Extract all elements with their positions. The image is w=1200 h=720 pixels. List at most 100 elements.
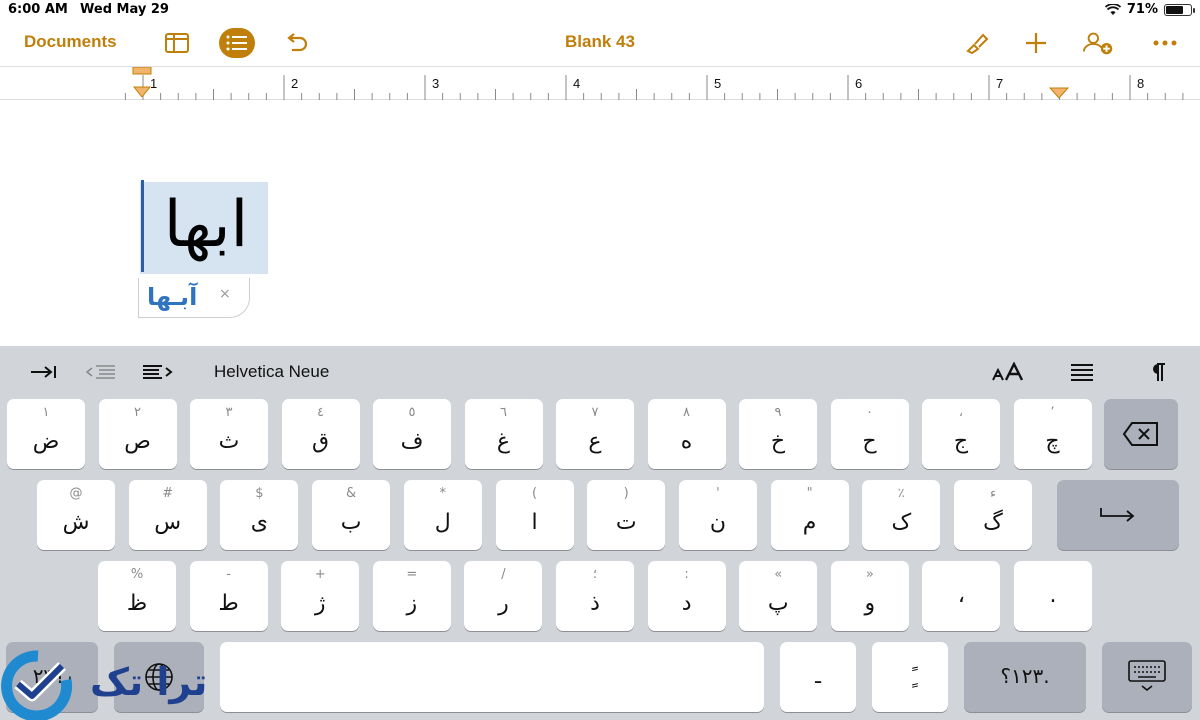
text-size-button[interactable]: [990, 360, 1026, 384]
key-primary-label: .: [1049, 583, 1057, 608]
letter-key[interactable]: # س: [128, 480, 207, 550]
diacritic-key-label: ًٍ: [872, 664, 948, 688]
status-bar: 6:00 AM Wed May 29 71%: [0, 0, 1200, 20]
key-primary-label: س: [154, 510, 182, 535]
letter-key[interactable]: + ژ: [281, 561, 360, 631]
ruler[interactable]: 1 2 3 4 5 6 7 8: [0, 66, 1200, 100]
key-primary-label: ر: [498, 591, 509, 616]
key-primary-label: ن: [709, 510, 726, 535]
letter-key[interactable]: » و: [830, 561, 909, 631]
numbers-key-right[interactable]: ١٢٣؟.: [964, 642, 1086, 712]
letter-key[interactable]: .: [1014, 561, 1092, 631]
letter-key[interactable]: (ا: [495, 480, 574, 550]
checkmark-logo-icon: [1, 650, 73, 720]
return-key[interactable]: [1057, 480, 1179, 550]
hide-keyboard-key[interactable]: [1102, 642, 1192, 712]
backspace-key[interactable]: [1104, 399, 1178, 469]
key-primary-label: ل: [434, 510, 451, 535]
autocorrect-suggestion[interactable]: آبـها ×: [138, 278, 250, 318]
suggestion-text[interactable]: آبـها: [147, 283, 197, 311]
right-indent-marker-icon[interactable]: [1049, 87, 1069, 99]
key-secondary-label: ٩: [774, 405, 782, 420]
letter-key[interactable]: «پ: [739, 561, 818, 631]
space-key[interactable]: [220, 642, 764, 712]
letter-key[interactable]: & ب: [312, 480, 391, 550]
letter-key[interactable]: ٢ص: [98, 399, 177, 469]
alignment-button[interactable]: [1068, 360, 1096, 384]
key-secondary-label: ء: [989, 486, 997, 501]
key-primary-label: غ: [496, 429, 511, 454]
letter-key[interactable]: ، ج: [922, 399, 1000, 469]
indent-icon: [143, 365, 173, 379]
key-secondary-label: ٬: [1050, 405, 1055, 420]
paragraph-button[interactable]: [1146, 360, 1168, 384]
letter-key[interactable]: :د: [647, 561, 726, 631]
collaborate-button[interactable]: [1082, 28, 1116, 58]
font-name-button[interactable]: Helvetica Neue: [214, 362, 329, 382]
letter-key[interactable]: ؛ ذ: [556, 561, 634, 631]
key-primary-label: ظ: [126, 591, 148, 616]
letter-key[interactable]: ٥ف: [373, 399, 451, 469]
key-primary-label: ه: [680, 429, 693, 454]
key-primary-label: ع: [588, 429, 602, 454]
keyboard-shortcut-bar: Helvetica Neue: [0, 346, 1200, 398]
key-primary-label: پ: [767, 591, 789, 616]
key-secondary-label: ٢: [134, 405, 141, 420]
key-secondary-label: $: [255, 486, 264, 501]
letter-key[interactable]: ءگ: [954, 480, 1032, 550]
letter-key[interactable]: ٣ث: [190, 399, 268, 469]
letter-key[interactable]: * ل: [403, 480, 482, 550]
letter-key[interactable]: ،: [922, 561, 1001, 631]
key-primary-label: ا: [531, 510, 538, 535]
key-primary-label: چ: [1045, 429, 1060, 454]
letter-key[interactable]: ٪ ک: [862, 480, 941, 550]
add-button[interactable]: [1019, 28, 1053, 58]
letter-key[interactable]: ) ت: [587, 480, 666, 550]
letter-key[interactable]: ٦غ: [464, 399, 543, 469]
decrease-indent-button[interactable]: [84, 360, 118, 384]
tatweel-key[interactable]: ـ: [780, 642, 856, 712]
key-secondary-label: @: [69, 486, 83, 501]
letter-key[interactable]: -ط: [189, 561, 268, 631]
plus-icon: [1026, 33, 1046, 53]
letter-key[interactable]: ٬ چ: [1013, 399, 1092, 469]
letter-key[interactable]: = ز: [372, 561, 451, 631]
key-primary-label: ج: [953, 429, 969, 454]
text-cursor: [141, 180, 144, 272]
document-text[interactable]: ابها: [148, 180, 264, 270]
return-icon: [1100, 508, 1135, 522]
letter-key[interactable]: ١ض: [7, 399, 85, 469]
diacritic-key[interactable]: ًٍ: [872, 642, 948, 712]
key-primary-label: م: [802, 510, 817, 535]
letter-key[interactable]: $ ی: [220, 480, 299, 550]
letter-key[interactable]: ٧ع: [556, 399, 634, 469]
letter-key[interactable]: % ظ: [98, 561, 176, 631]
letter-key[interactable]: @ ش: [37, 480, 115, 550]
key-secondary-label: ٠: [866, 405, 873, 420]
increase-indent-button[interactable]: [140, 360, 174, 384]
letter-key[interactable]: ' ن: [678, 480, 757, 550]
add-person-icon: [1082, 32, 1113, 55]
letter-key[interactable]: ٩خ: [739, 399, 817, 469]
letter-key[interactable]: ٠ح: [830, 399, 909, 469]
letter-key[interactable]: " م: [770, 480, 849, 550]
ruler-ticks: [124, 75, 1184, 100]
letter-key[interactable]: ٤ق: [281, 399, 360, 469]
more-button[interactable]: [1148, 28, 1182, 58]
ruler-number: 2: [291, 76, 299, 91]
key-secondary-label: ٤: [317, 405, 324, 420]
format-button[interactable]: [960, 28, 994, 58]
letter-key[interactable]: / ر: [464, 561, 543, 631]
key-primary-label: ض: [32, 429, 60, 454]
ruler-number: 3: [432, 76, 440, 91]
key-secondary-label: ': [716, 486, 720, 501]
tatweel-key-label: ـ: [815, 664, 821, 688]
letter-key[interactable]: ٨ه: [647, 399, 726, 469]
tab-button[interactable]: [28, 360, 58, 384]
ruler-number: 6: [855, 76, 863, 91]
dismiss-suggestion-icon[interactable]: ×: [219, 286, 231, 302]
left-indent-marker-icon[interactable]: [132, 67, 152, 97]
key-secondary-label: %: [130, 567, 144, 582]
pilcrow-icon: [1153, 363, 1165, 381]
battery-icon: [1164, 3, 1195, 16]
